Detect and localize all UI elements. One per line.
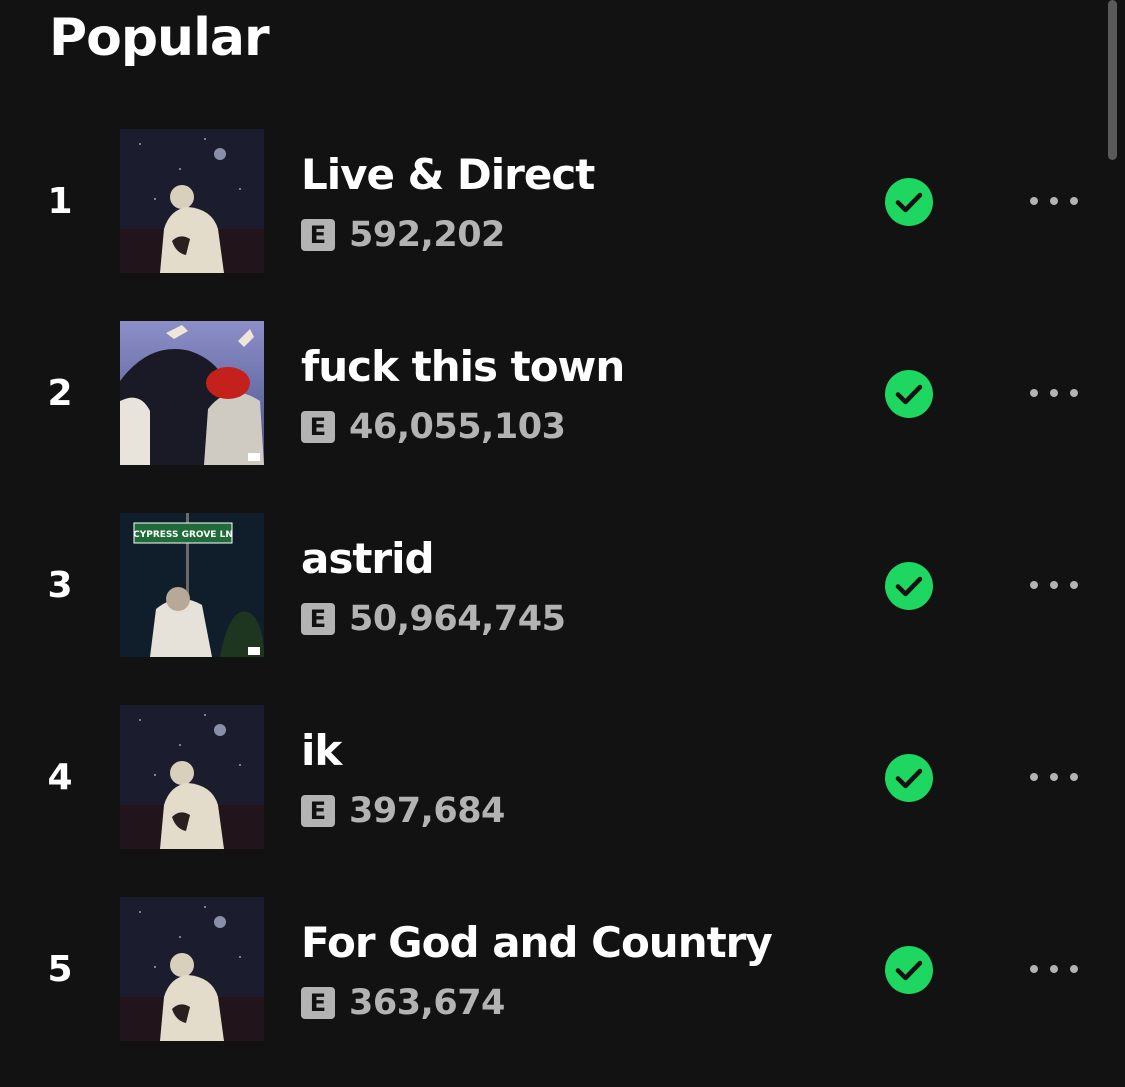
track-rank: 3 bbox=[47, 565, 73, 606]
play-count: 592,202 bbox=[349, 215, 505, 255]
track-rank: 1 bbox=[47, 181, 73, 222]
track-row[interactable]: 1 Live & Direct E 592,202 bbox=[0, 129, 1125, 321]
track-meta: E 46,055,103 bbox=[301, 407, 566, 447]
more-options-icon[interactable] bbox=[1024, 181, 1084, 221]
track-title[interactable]: ik bbox=[301, 725, 342, 777]
play-count: 50,964,745 bbox=[349, 599, 566, 639]
explicit-badge: E bbox=[301, 603, 335, 635]
track-rank: 4 bbox=[47, 757, 73, 798]
play-count: 363,674 bbox=[349, 983, 505, 1023]
more-options-icon[interactable] bbox=[1024, 565, 1084, 605]
track-list: 1 Live & Direct E 592,202 2 fuck this to… bbox=[0, 129, 1125, 1087]
street-sign-text: CYPRESS GROVE LN bbox=[133, 530, 233, 540]
track-title[interactable]: For God and Country bbox=[301, 917, 773, 969]
play-count: 46,055,103 bbox=[349, 407, 566, 447]
track-row[interactable]: 3 CYPRESS GROVE LN astrid E 50,964,745 bbox=[0, 513, 1125, 705]
track-title[interactable]: fuck this town bbox=[301, 341, 625, 393]
track-row[interactable]: 4 ik E 397,684 bbox=[0, 705, 1125, 897]
play-count: 397,684 bbox=[349, 791, 505, 831]
popular-tracks-page: Popular 1 Live & Direct E 592,202 2 fuck… bbox=[0, 0, 1125, 1087]
track-row[interactable]: 2 fuck this town E 46,055,103 bbox=[0, 321, 1125, 513]
explicit-badge: E bbox=[301, 987, 335, 1019]
album-cover[interactable] bbox=[120, 705, 264, 849]
track-title[interactable]: astrid bbox=[301, 533, 435, 585]
track-row[interactable]: 5 For God and Country E 363,674 bbox=[0, 897, 1125, 1087]
more-options-icon[interactable] bbox=[1024, 949, 1084, 989]
track-rank: 5 bbox=[47, 949, 73, 990]
check-circle-icon[interactable] bbox=[885, 178, 933, 226]
explicit-badge: E bbox=[301, 219, 335, 251]
album-cover[interactable] bbox=[120, 321, 264, 465]
album-cover[interactable]: CYPRESS GROVE LN bbox=[120, 513, 264, 657]
more-options-icon[interactable] bbox=[1024, 373, 1084, 413]
track-meta: E 397,684 bbox=[301, 791, 505, 831]
album-cover[interactable] bbox=[120, 129, 264, 273]
track-meta: E 363,674 bbox=[301, 983, 505, 1023]
track-title[interactable]: Live & Direct bbox=[301, 149, 595, 201]
track-meta: E 592,202 bbox=[301, 215, 505, 255]
explicit-badge: E bbox=[301, 411, 335, 443]
album-cover[interactable] bbox=[120, 897, 264, 1041]
check-circle-icon[interactable] bbox=[885, 562, 933, 610]
explicit-badge: E bbox=[301, 795, 335, 827]
check-circle-icon[interactable] bbox=[885, 946, 933, 994]
section-title: Popular bbox=[49, 8, 270, 68]
more-options-icon[interactable] bbox=[1024, 757, 1084, 797]
check-circle-icon[interactable] bbox=[885, 370, 933, 418]
check-circle-icon[interactable] bbox=[885, 754, 933, 802]
track-rank: 2 bbox=[47, 373, 73, 414]
track-meta: E 50,964,745 bbox=[301, 599, 566, 639]
